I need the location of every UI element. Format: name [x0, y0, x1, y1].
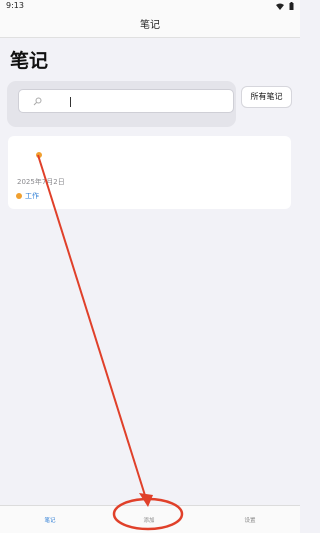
all-notes-button[interactable]: 所有笔记 [241, 86, 292, 108]
annotation-overlay [37, 154, 184, 531]
tab-bar: 笔记 添加 设置 [0, 505, 300, 533]
note-marker-dot [36, 152, 42, 158]
tab-notes[interactable]: 笔记 [30, 516, 70, 524]
page-title: 笔记 [10, 50, 49, 72]
text-caret [70, 97, 71, 107]
tag-color-dot [16, 193, 22, 199]
search-input[interactable] [18, 89, 234, 113]
note-card[interactable]: 2025年7月2日 工作 [8, 136, 291, 209]
status-time: 9:13 [6, 1, 24, 10]
battery-icon [289, 2, 294, 10]
tag-label: 工作 [25, 192, 39, 200]
search-icon [33, 97, 42, 106]
nav-bar: 笔记 [0, 13, 300, 38]
tab-settings[interactable]: 设置 [230, 516, 270, 524]
note-date: 2025年7月2日 [17, 178, 65, 186]
search-card [7, 81, 236, 127]
status-bar: 9:13 [0, 0, 300, 13]
status-icons [276, 2, 294, 10]
wifi-icon [276, 3, 284, 10]
note-tag: 工作 [16, 191, 39, 201]
nav-title: 笔记 [140, 20, 160, 31]
tab-add[interactable]: 添加 [129, 516, 169, 524]
